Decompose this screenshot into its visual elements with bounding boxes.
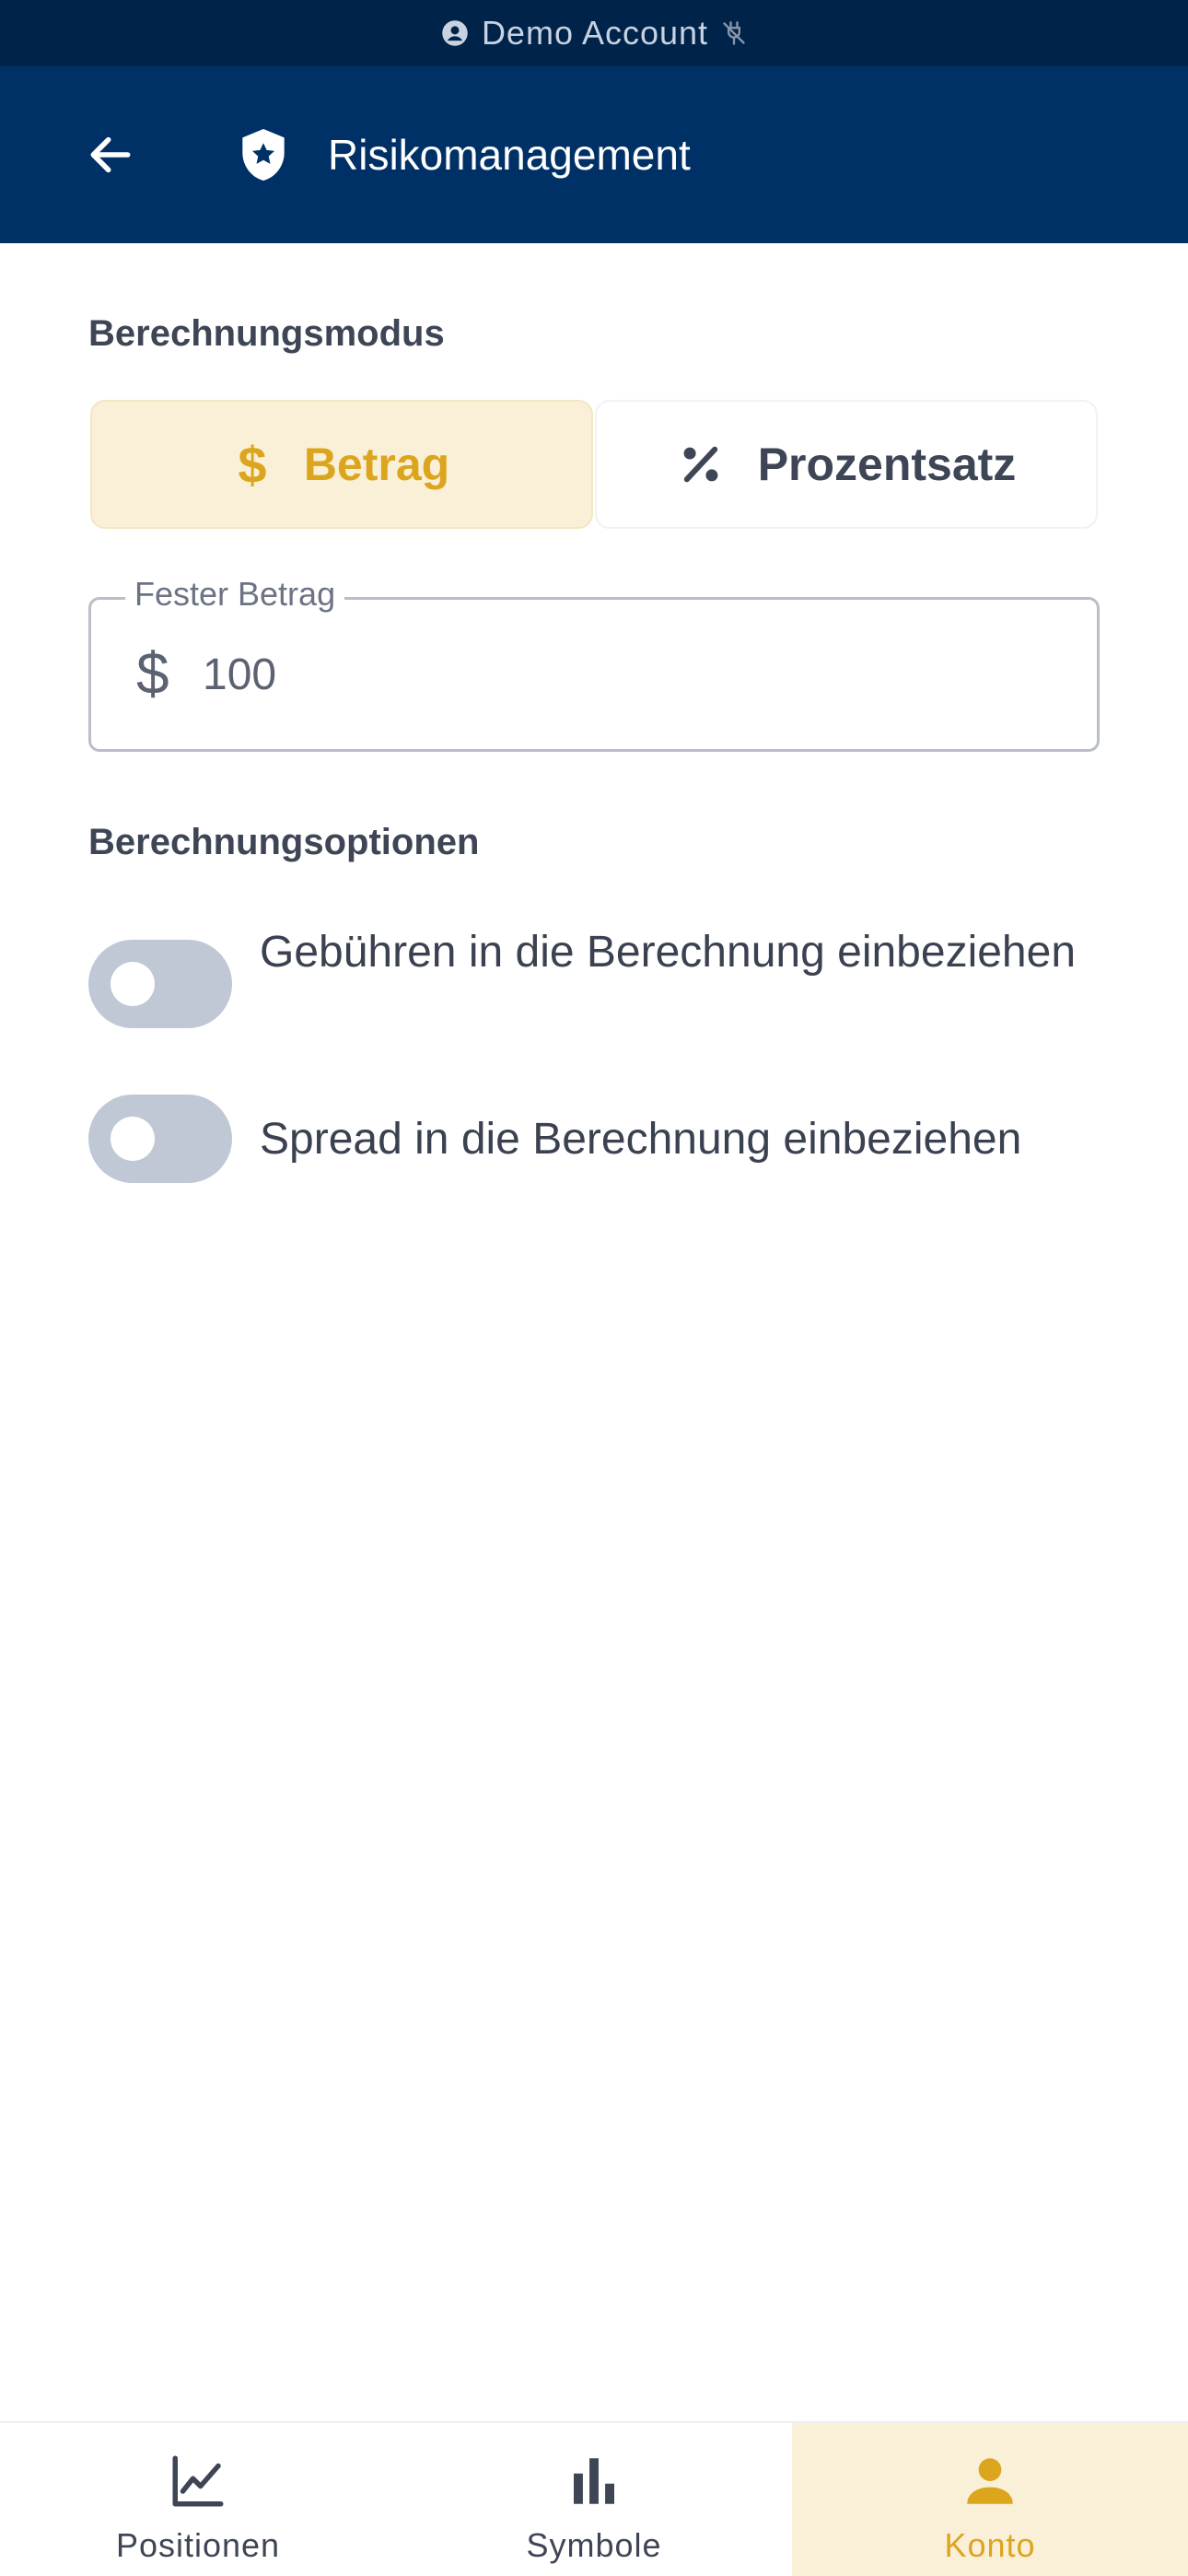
nav-label-positionen: Positionen xyxy=(115,2526,281,2564)
back-button[interactable] xyxy=(83,127,138,182)
account-circle-icon xyxy=(441,19,469,47)
nav-item-symbole[interactable]: Symbole xyxy=(396,2423,792,2576)
demo-account-label: Demo Account xyxy=(481,14,709,52)
include-fees-toggle[interactable] xyxy=(88,940,232,1028)
nav-label-symbole: Symbole xyxy=(526,2526,662,2564)
toggle-knob xyxy=(111,1117,155,1161)
line-chart-icon xyxy=(168,2451,228,2512)
fixed-amount-input[interactable] xyxy=(203,636,1031,713)
shield-star-icon xyxy=(234,125,293,184)
demo-account-banner: Demo Account xyxy=(0,0,1188,66)
currency-prefix: $ xyxy=(136,640,169,707)
calculation-mode-label: Berechnungsmodus xyxy=(88,313,445,354)
power-off-icon xyxy=(721,20,747,46)
nav-label-konto: Konto xyxy=(944,2526,1036,2564)
svg-text:$: $ xyxy=(238,439,266,490)
percent-icon xyxy=(677,440,725,488)
arrow-back-icon xyxy=(90,136,131,173)
mode-percent-button[interactable]: Prozentsatz xyxy=(595,400,1098,529)
toggle-knob xyxy=(111,962,155,1006)
bar-chart-icon xyxy=(564,2451,624,2512)
mode-percent-label: Prozentsatz xyxy=(757,439,1017,490)
calculation-options-label: Berechnungsoptionen xyxy=(88,822,480,862)
page-title: Risikomanagement xyxy=(328,131,691,179)
app-bar: Risikomanagement xyxy=(0,66,1188,243)
person-icon xyxy=(960,2451,1020,2512)
mode-amount-label: Betrag xyxy=(303,439,450,490)
mode-amount-button[interactable]: $ Betrag xyxy=(90,400,593,529)
nav-item-positionen[interactable]: Positionen xyxy=(0,2423,396,2576)
bottom-navigation: Positionen Symbole Konto xyxy=(0,2421,1188,2576)
fixed-amount-label: Fester Betrag xyxy=(125,575,345,614)
include-fees-label: Gebühren in die Berechnung einbeziehen xyxy=(260,928,1077,977)
include-spread-toggle[interactable] xyxy=(88,1095,232,1183)
include-spread-label: Spread in die Berechnung einbeziehen xyxy=(260,1115,1022,1164)
nav-item-konto[interactable]: Konto xyxy=(792,2423,1188,2576)
dollar-icon: $ xyxy=(234,439,271,490)
